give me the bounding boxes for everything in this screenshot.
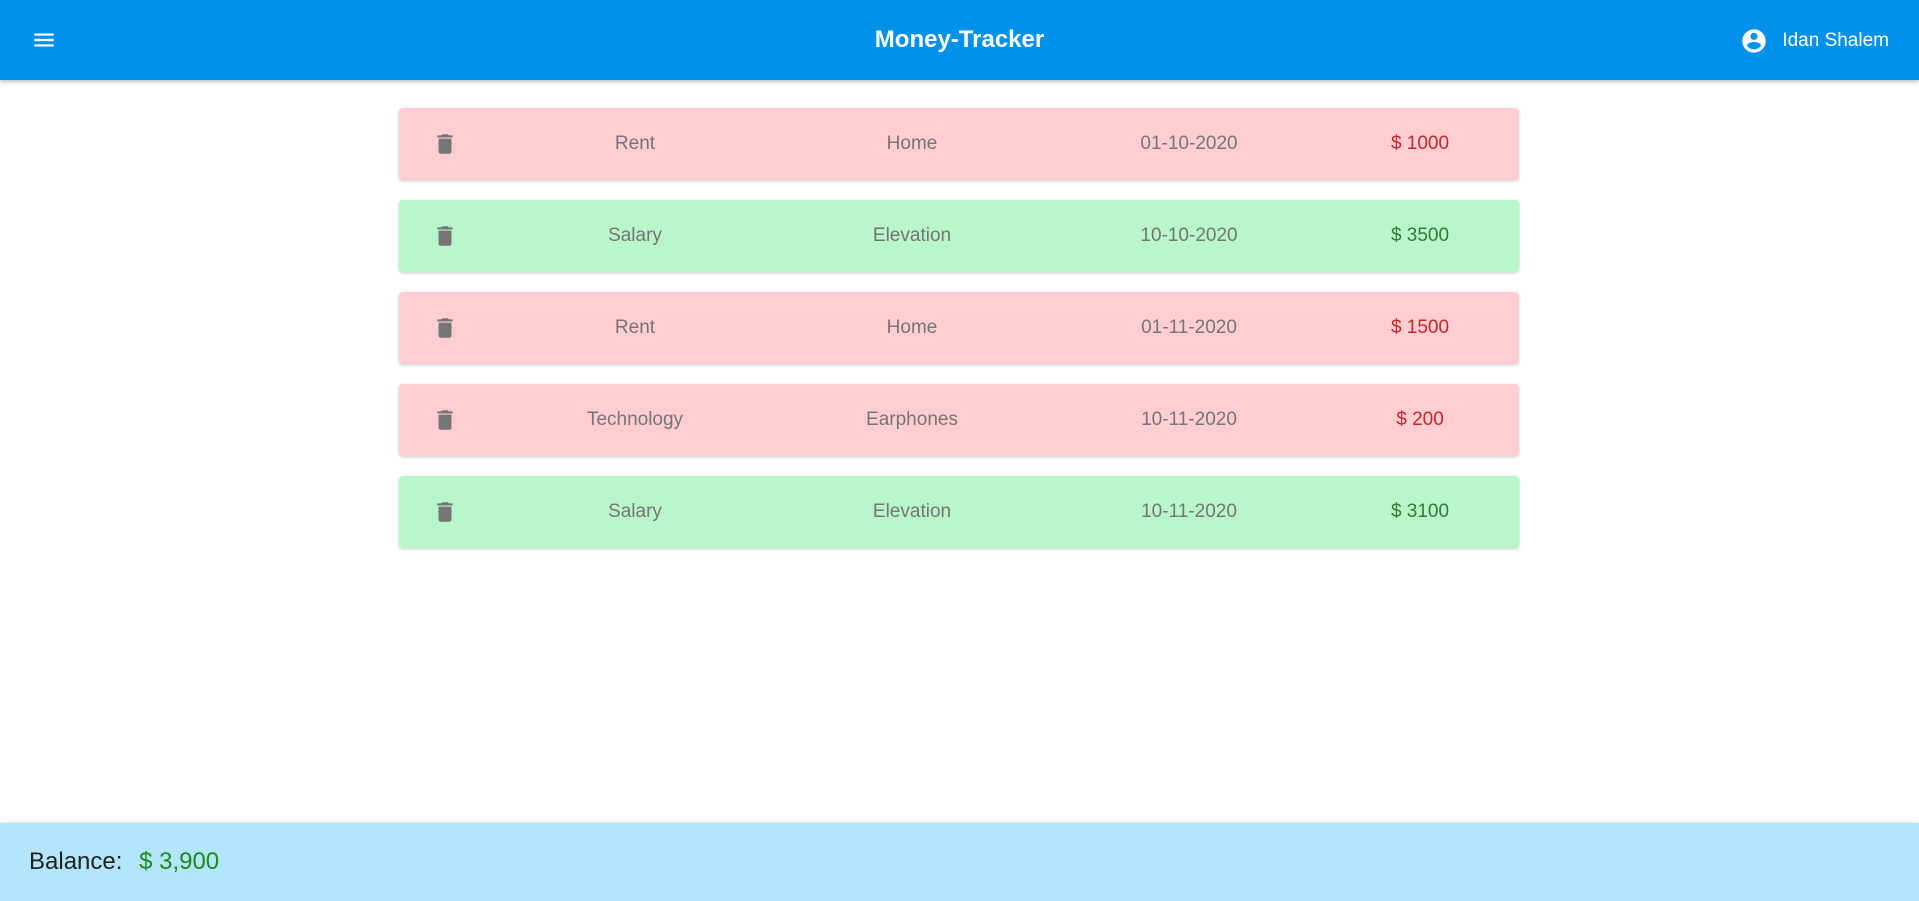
transaction-amount: $ 1000 xyxy=(1390,133,1450,154)
trash-icon xyxy=(437,318,453,338)
delete-button[interactable] xyxy=(429,312,461,344)
transaction-vendor: Elevation xyxy=(872,501,952,522)
user-name: Idan Shalem xyxy=(1782,30,1889,51)
transaction-date: 01-11-2020 xyxy=(1141,317,1237,338)
balance-display: Balance: $ 3,900 xyxy=(29,823,219,901)
trash-icon xyxy=(437,134,453,154)
transaction-row: Rent Home 01-10-2020 $ 1000 xyxy=(399,108,1519,180)
menu-icon xyxy=(34,33,54,47)
transaction-vendor: Earphones xyxy=(866,409,958,430)
balance-footer: Balance: $ 3,900 xyxy=(0,823,1919,901)
transaction-date: 10-11-2020 xyxy=(1141,409,1237,430)
trash-icon xyxy=(437,502,453,522)
transaction-category: Salary xyxy=(608,225,662,246)
transaction-amount: $ 1500 xyxy=(1390,317,1450,338)
transaction-amount: $ 3500 xyxy=(1390,225,1450,246)
trash-icon xyxy=(437,410,453,430)
user-account-button[interactable]: Idan Shalem xyxy=(1740,24,1889,58)
transaction-row: Salary Elevation 10-10-2020 $ 3500 xyxy=(399,200,1519,272)
transaction-amount: $ 3100 xyxy=(1390,501,1450,522)
transaction-row: Technology Earphones 10-11-2020 $ 200 xyxy=(399,384,1519,456)
transaction-date: 10-10-2020 xyxy=(1140,225,1238,246)
delete-button[interactable] xyxy=(429,404,461,436)
transaction-amount: $ 200 xyxy=(1396,409,1444,430)
delete-button[interactable] xyxy=(429,128,461,160)
transaction-vendor: Elevation xyxy=(872,225,952,246)
transaction-category: Salary xyxy=(608,501,662,522)
transaction-category: Technology xyxy=(586,409,684,430)
transaction-category: Rent xyxy=(614,133,656,154)
transaction-date: 10-11-2020 xyxy=(1141,501,1237,522)
transaction-list: Rent Home 01-10-2020 $ 1000 Salary Eleva… xyxy=(399,108,1519,568)
transaction-date: 01-10-2020 xyxy=(1140,133,1238,154)
transaction-row: Rent Home 01-11-2020 $ 1500 xyxy=(399,292,1519,364)
delete-button[interactable] xyxy=(429,220,461,252)
app-title: Money-Tracker xyxy=(874,26,1045,53)
transaction-category: Rent xyxy=(614,317,656,338)
delete-button[interactable] xyxy=(429,496,461,528)
trash-icon xyxy=(437,226,453,246)
balance-value: $ 3,900 xyxy=(139,848,220,875)
transaction-vendor: Home xyxy=(886,317,938,338)
transaction-vendor: Home xyxy=(886,133,938,154)
balance-label: Balance: xyxy=(29,848,123,875)
app-bar: Money-Tracker Idan Shalem xyxy=(0,0,1919,80)
transaction-row: Salary Elevation 10-11-2020 $ 3100 xyxy=(399,476,1519,548)
account-circle-icon xyxy=(1742,29,1766,53)
menu-button[interactable] xyxy=(26,24,62,56)
